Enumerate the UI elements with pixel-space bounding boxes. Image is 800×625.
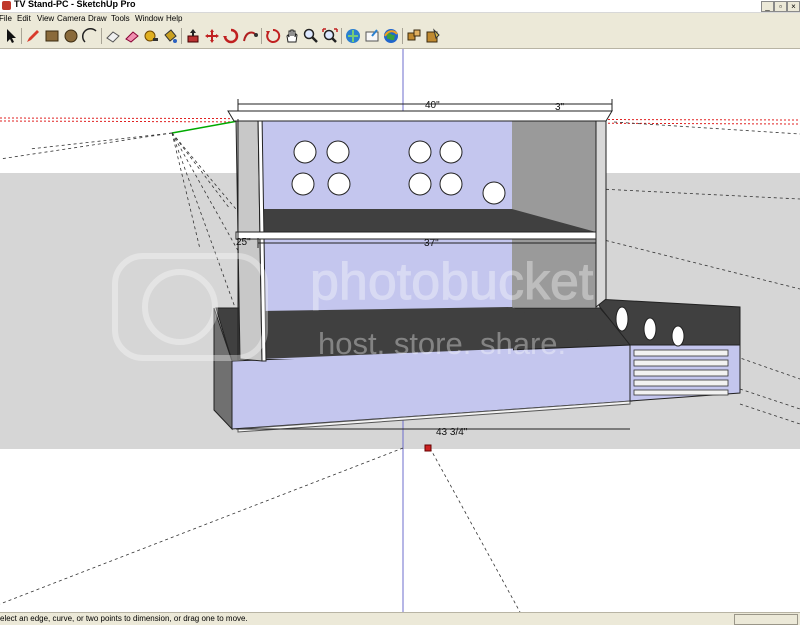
pencil-icon[interactable] [24,27,42,45]
minimize-button[interactable]: _ [761,1,774,12]
model-canvas[interactable]: 40" 3" 25" 37" 43 3/4" photobucket host.… [0,49,800,612]
paint-bucket-icon[interactable] [161,27,179,45]
model-viewport[interactable]: 40" 3" 25" 37" 43 3/4" photobucket host.… [0,49,800,612]
dim-base-width[interactable]: 43 3/4" [436,427,468,438]
push-pull-icon[interactable] [184,27,202,45]
maximize-button[interactable]: ▫ [774,1,787,12]
zoom-extents-icon[interactable] [321,27,339,45]
menu-camera[interactable]: Camera [57,13,85,25]
title-bar: TV Stand-PC - SketchUp Pro _ ▫ × [0,0,800,13]
dim-top-width[interactable]: 40" [425,100,440,111]
window-title: TV Stand-PC - SketchUp Pro [14,0,136,9]
orbit-icon[interactable] [264,27,282,45]
get-models-icon[interactable] [344,27,362,45]
dim-shelf-width[interactable]: 37" [424,238,439,249]
follow-me-icon[interactable] [241,27,259,45]
menu-tools[interactable]: Tools [111,13,130,25]
circle-icon[interactable] [62,27,80,45]
tape-measure-icon[interactable] [142,27,160,45]
menu-help[interactable]: Help [166,13,182,25]
sketchup-icon [2,1,11,10]
share-model-icon[interactable] [363,27,381,45]
menu-view[interactable]: View [37,13,54,25]
menu-window[interactable]: Window [135,13,163,25]
materials-icon[interactable] [424,27,442,45]
watermark-tagline: host. store. share. [318,326,566,361]
eraser-shape-icon[interactable] [104,27,122,45]
menu-file[interactable]: File [0,13,12,25]
arc-icon[interactable] [81,27,99,45]
google-earth-icon[interactable] [382,27,400,45]
rotate-icon[interactable] [222,27,240,45]
rectangle-icon[interactable] [43,27,61,45]
menu-edit[interactable]: Edit [17,13,31,25]
menu-bar: File Edit View Camera Draw Tools Window … [0,13,800,25]
dim-top-right[interactable]: 3" [555,102,565,113]
close-button[interactable]: × [787,1,800,12]
status-bar: elect an edge, curve, or two points to d… [0,612,800,625]
select-arrow-icon[interactable] [2,27,20,45]
menu-draw[interactable]: Draw [88,13,107,25]
zoom-icon[interactable] [302,27,320,45]
status-message: elect an edge, curve, or two points to d… [0,614,248,623]
measurements-box[interactable] [734,614,798,625]
dim-height[interactable]: 25" [236,237,251,248]
eraser-icon[interactable] [123,27,141,45]
watermark-brand: photobucket [310,253,594,311]
components-icon[interactable] [405,27,423,45]
pan-hand-icon[interactable] [283,27,301,45]
move-icon[interactable] [203,27,221,45]
toolbar [0,25,800,49]
